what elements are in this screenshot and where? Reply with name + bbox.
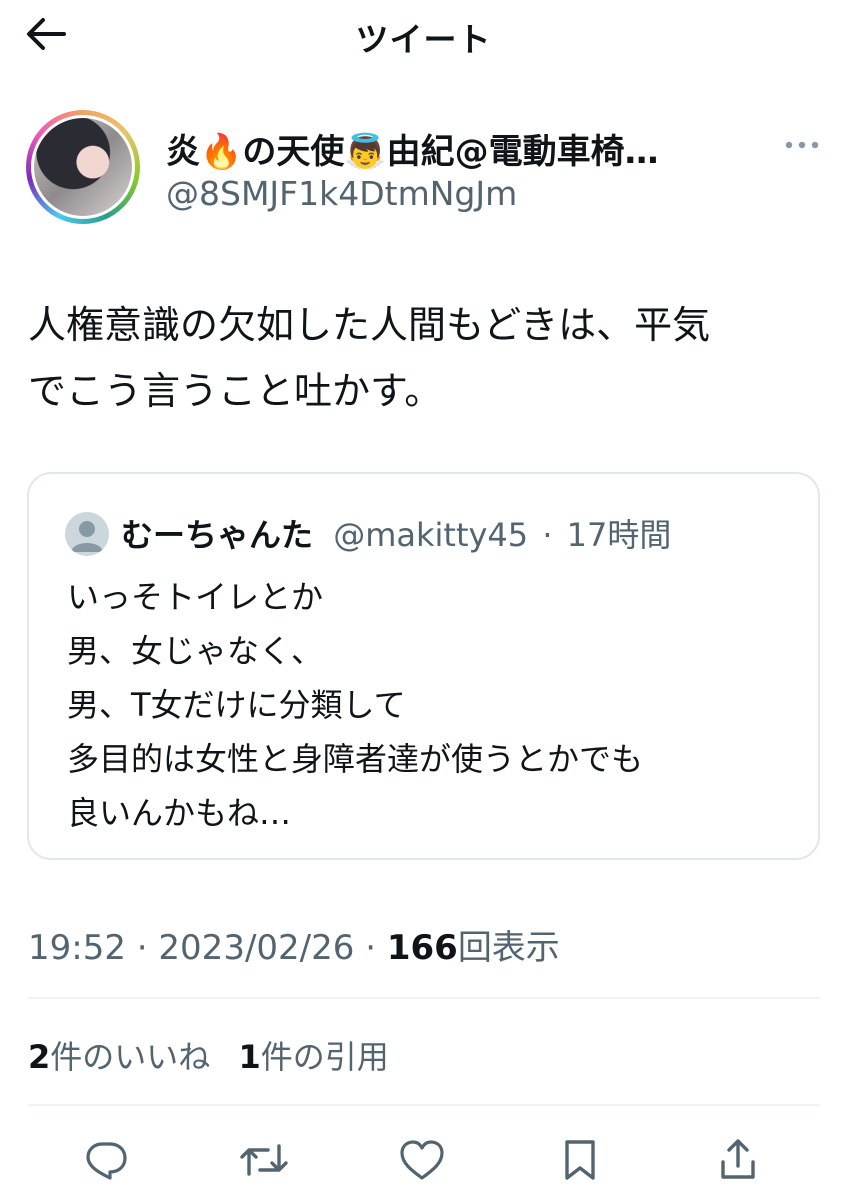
- more-dots-icon: [785, 141, 819, 149]
- retweet-icon: [240, 1144, 288, 1176]
- reply-button[interactable]: [78, 1132, 134, 1188]
- quotes-stat[interactable]: 1件の引用: [238, 1032, 388, 1078]
- retweet-button[interactable]: [236, 1132, 292, 1188]
- more-options-button[interactable]: [780, 128, 824, 162]
- quotes-count: 1: [238, 1038, 261, 1076]
- tweet-time: 19:52: [28, 928, 126, 968]
- default-avatar-icon: [71, 521, 103, 552]
- quotes-label: 件の引用: [260, 1038, 389, 1076]
- quoted-tweet-text: いっそトイレとか 男、女じゃなく、 男、T女だけに分類して 多目的は女性と身障者…: [67, 578, 644, 832]
- engagement-stats: 2件のいいね 1件の引用: [28, 1032, 407, 1078]
- reply-icon: [86, 1142, 127, 1180]
- tweet-action-bar: [0, 1120, 847, 1200]
- author-display-name[interactable]: 炎🔥の天使👼由紀@電動車椅…: [166, 124, 756, 173]
- timestamp-separator: ·: [136, 928, 148, 968]
- quoted-author-avatar: [65, 512, 109, 556]
- author-avatar[interactable]: [26, 110, 140, 224]
- heart-icon: [400, 1140, 444, 1180]
- share-icon: [721, 1139, 755, 1179]
- divider: [28, 997, 820, 999]
- tweet-detail-page: ツイート 炎🔥の天使👼由紀@電動車椅… @8SMJF1k4DtmNgJm 人権意…: [0, 0, 847, 1200]
- header: ツイート: [0, 0, 847, 68]
- bookmark-icon: [565, 1140, 595, 1180]
- likes-label: 件のいいね: [50, 1038, 211, 1076]
- tweet-date[interactable]: 2023/02/26: [158, 928, 354, 968]
- likes-count: 2: [28, 1038, 51, 1076]
- quoted-author-handle: @makitty45: [333, 516, 529, 554]
- quoted-timestamp: 17時間: [566, 516, 672, 554]
- avatar-image: [31, 115, 135, 219]
- divider: [28, 1104, 820, 1106]
- tweet-timestamp: 19:52 · 2023/02/26 · 166回表示: [28, 920, 560, 969]
- likes-stat[interactable]: 2件のいいね: [28, 1032, 210, 1078]
- share-button[interactable]: [710, 1132, 766, 1188]
- tweet-text: 人権意識の欠如した人間もどきは、平気 でこう言うこと吐かす。: [28, 303, 711, 413]
- bookmark-button[interactable]: [552, 1132, 608, 1188]
- quoted-author-name: むーちゃんた: [121, 516, 314, 554]
- like-button[interactable]: [394, 1132, 450, 1188]
- view-count: 166: [386, 928, 458, 968]
- quoted-tweet-header: むーちゃんた @makitty45 · 17時間: [121, 510, 671, 556]
- timestamp-separator: ·: [365, 928, 377, 968]
- quoted-tweet-card[interactable]: むーちゃんた @makitty45 · 17時間 いっそトイレとか 男、女じゃな…: [27, 472, 820, 860]
- quoted-separator: ·: [542, 516, 553, 554]
- page-title: ツイート: [355, 20, 492, 59]
- view-count-label: 回表示: [457, 928, 560, 968]
- author-handle[interactable]: @8SMJF1k4DtmNgJm: [166, 174, 517, 213]
